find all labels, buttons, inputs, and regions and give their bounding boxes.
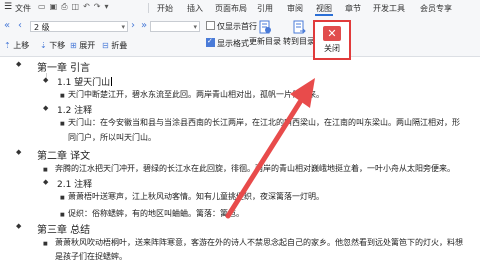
move-down-label: 下移 [49, 41, 66, 50]
more-icon[interactable]: ▾ [105, 2, 113, 11]
paragraph-p21-line2[interactable]: 促织：俗称蟋蟀，有的地区叫蛐蛐。篱落：篱笆。 [68, 206, 244, 221]
move-up-button[interactable]: ⇡ 上移 [4, 40, 29, 51]
menu-home[interactable]: 开始 [157, 3, 173, 14]
print-icon[interactable]: ⎙ [61, 2, 71, 11]
close-icon: ✕ [323, 26, 341, 41]
heading-ch2[interactable]: 第二章 译文 [37, 147, 90, 162]
close-label: 关闭 [324, 44, 340, 53]
level-select[interactable]: 2 级 ▾ [30, 21, 128, 32]
promote-to-heading-icon[interactable]: « [4, 20, 10, 31]
arrow-down-icon: ⇣ [40, 41, 47, 50]
menu-file[interactable]: 文件 [15, 3, 31, 14]
goto-toc-label: 转到目录 [283, 37, 315, 46]
paragraph-p12-line1[interactable]: 天门山：在今安徽当和县与当涂县西南的长江两岸，在江北的叫西梁山，在江南的叫东梁山… [68, 115, 460, 130]
heading-bullet-icon[interactable]: ◆ [43, 178, 48, 186]
paragraph-p2[interactable]: 奔腾的江水把天门冲开，碧绿的长江水在此回旋，徘徊。两岸的青山相对巍峨地挺立着，一… [55, 161, 455, 176]
promote-icon[interactable]: ‹ [18, 20, 22, 31]
paragraph-p11[interactable]: 天门中断楚江开，碧水东流至此回。两岸青山相对出，孤帆一片日边来。 [68, 87, 324, 102]
show-level-select[interactable]: ▾ [150, 21, 200, 32]
outline-toolbar: « ‹ 2 级 ▾ › » ▾ ⇡ 上移 ⇣ 下移 ⊞ 展开 ⊟ 折叠 仅显示首… [0, 16, 480, 57]
show-format-label: 显示格式 [217, 39, 249, 48]
menu-member[interactable]: 会员专享 [420, 3, 452, 14]
paragraph-p12-line2[interactable]: 同门户，所以叫天门山。 [68, 130, 156, 145]
update-toc-label: 更新目录 [249, 37, 281, 46]
paragraph-p3-line2[interactable]: 是孩子们在捉蟋蟀。 [55, 249, 127, 264]
body-bullet-icon[interactable]: ■ [60, 195, 65, 201]
collapse-label: 折叠 [111, 41, 128, 50]
menu-references[interactable]: 引用 [257, 3, 273, 14]
redo-icon[interactable]: ↷ [94, 2, 105, 11]
quick-toolbar: ▭▣⎙◫↶↷▾ [38, 2, 113, 12]
save-icon[interactable]: ▣ [50, 2, 62, 11]
heading-bullet-icon[interactable]: ◆ [16, 148, 21, 156]
collapse-button[interactable]: ⊟ 折叠 [102, 40, 127, 51]
chevron-down-icon: ▾ [121, 23, 125, 31]
heading-ch3[interactable]: 第三章 总结 [37, 221, 90, 236]
move-up-label: 上移 [13, 41, 30, 50]
paragraph-p21-line1[interactable]: 萧萧梧叶送寒声，江上秋风动客情。知有儿童挑促织，夜深篱落一灯明。 [68, 189, 324, 204]
chevron-down-icon: ▾ [193, 23, 197, 31]
paragraph-p3-line1[interactable]: 萧萧秋风吹动梧桐叶，送来阵阵寒意，客游在外的诗人不禁思念起自己的家乡。他忽然看到… [55, 235, 463, 250]
demote-to-body-icon[interactable]: » [141, 20, 147, 31]
document-outline: ◆ 第一章 引言 ◆ 1.1 望天门山 ■ 天门中断楚江开，碧水东流至此回。两岸… [0, 57, 480, 261]
folder-icon[interactable]: ▭ [38, 2, 50, 11]
text-cursor [111, 77, 113, 86]
expand-button[interactable]: ⊞ 展开 [70, 40, 95, 51]
heading-bullet-icon[interactable]: ◆ [16, 60, 21, 68]
goto-toc-button[interactable]: 转到目录 [283, 20, 315, 47]
minus-icon: ⊟ [102, 41, 109, 50]
menu-layout[interactable]: 页面布局 [215, 3, 247, 14]
show-format-checkbox[interactable]: 显示格式 [206, 37, 249, 49]
body-bullet-icon[interactable]: ■ [60, 93, 65, 99]
heading-bullet-icon[interactable]: ◆ [16, 222, 21, 230]
close-outline-button[interactable]: ✕ 关闭 [313, 20, 351, 60]
heading-bullet-icon[interactable]: ◆ [43, 76, 48, 84]
checkbox-icon [206, 21, 215, 30]
menu-bar: ☰ 文件 ▭▣⎙◫↶↷▾ 开始 插入 页面布局 引用 审阅 视图 章节 开发工具… [0, 0, 480, 16]
body-bullet-icon[interactable]: ■ [43, 241, 48, 247]
move-down-button[interactable]: ⇣ 下移 [40, 40, 65, 51]
expand-label: 展开 [79, 41, 96, 50]
menu-chapter[interactable]: 章节 [345, 3, 361, 14]
demote-icon[interactable]: › [131, 20, 135, 31]
menu-developer[interactable]: 开发工具 [373, 3, 405, 14]
refresh-document-icon [258, 20, 272, 34]
plus-icon: ⊞ [70, 41, 77, 50]
separator [148, 3, 149, 13]
checkbox-checked-icon [206, 37, 215, 47]
preview-icon[interactable]: ◫ [72, 2, 84, 11]
level-select-value: 2 级 [34, 23, 50, 32]
hamburger-icon[interactable]: ☰ [4, 2, 12, 12]
undo-icon[interactable]: ↶ [83, 2, 94, 11]
body-bullet-icon[interactable]: ■ [60, 121, 65, 127]
body-bullet-icon[interactable]: ■ [43, 167, 48, 173]
update-toc-button[interactable]: 更新目录 [249, 20, 281, 47]
menu-view[interactable]: 视图 [316, 3, 332, 14]
menu-review[interactable]: 审阅 [287, 3, 303, 14]
body-bullet-icon[interactable]: ■ [60, 212, 65, 218]
heading-ch1[interactable]: 第一章 引言 [37, 59, 90, 74]
heading-bullet-icon[interactable]: ◆ [43, 104, 48, 112]
document-arrow-icon [292, 20, 306, 34]
menu-insert[interactable]: 插入 [187, 3, 203, 14]
arrow-up-icon: ⇡ [4, 41, 11, 50]
